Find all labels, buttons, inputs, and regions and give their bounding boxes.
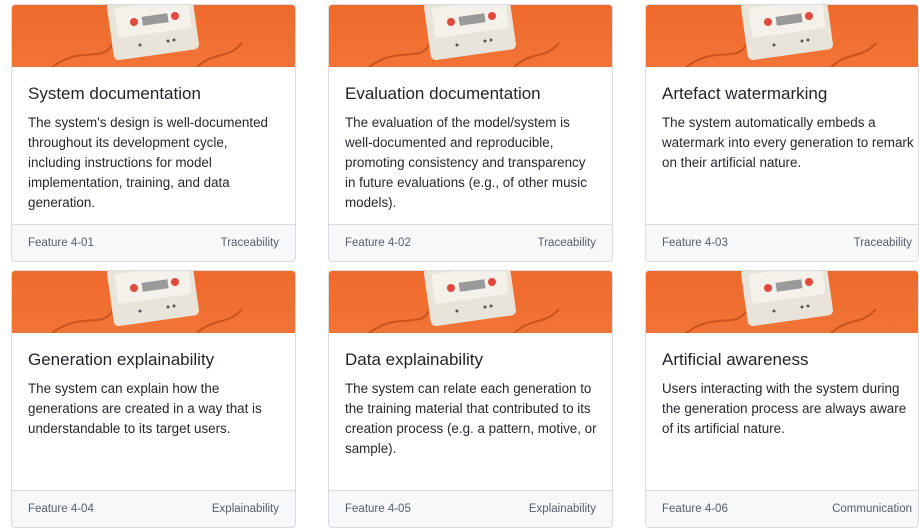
card-description: The system's design is well-documented t… — [28, 115, 268, 210]
card-footer: Feature 4-01 Traceability — [12, 224, 295, 261]
card-system-documentation[interactable]: System documentation The system's design… — [11, 4, 296, 262]
feature-category: Traceability — [537, 237, 596, 249]
card-footer: Feature 4-04 Explainability — [12, 490, 295, 527]
card-title: Artificial awareness — [662, 350, 809, 369]
card-data-explainability[interactable]: Data explainability The system can relat… — [328, 270, 613, 528]
cassette-tape-banner — [12, 5, 295, 67]
card-title: System documentation — [28, 84, 201, 103]
feature-category: Traceability — [220, 237, 279, 249]
card-artefact-watermarking[interactable]: Artefact watermarking The system automat… — [645, 4, 919, 262]
feature-id: Feature 4-06 — [662, 503, 728, 515]
cassette-tape-banner — [329, 271, 612, 333]
card-footer: Feature 4-05 Explainability — [329, 490, 612, 527]
card-description: The evaluation of the model/system is we… — [345, 115, 587, 210]
card-footer: Feature 4-03 Traceability — [646, 224, 918, 261]
feature-id: Feature 4-05 — [345, 503, 411, 515]
card-title: Artefact watermarking — [662, 84, 828, 103]
card-footer: Feature 4-02 Traceability — [329, 224, 612, 261]
card-description: The system automatically embeds a waterm… — [662, 115, 914, 170]
cassette-tape-banner — [646, 5, 918, 67]
feature-id: Feature 4-04 — [28, 503, 94, 515]
card-description: The system can relate each generation to… — [345, 381, 597, 456]
feature-category: Explainability — [528, 503, 596, 515]
card-description: The system can explain how the generatio… — [28, 381, 262, 436]
card-artificial-awareness[interactable]: Artificial awareness Users interacting w… — [645, 270, 919, 528]
cassette-tape-banner — [329, 5, 612, 67]
card-footer: Feature 4-06 Communication — [646, 490, 918, 527]
feature-category: Explainability — [211, 503, 279, 515]
feature-id: Feature 4-01 — [28, 237, 94, 249]
feature-category: Communication — [832, 503, 912, 515]
card-evaluation-documentation[interactable]: Evaluation documentation The evaluation … — [328, 4, 613, 262]
feature-category: Traceability — [853, 237, 912, 249]
cassette-tape-banner — [646, 271, 918, 333]
card-title: Evaluation documentation — [345, 84, 541, 103]
feature-id: Feature 4-02 — [345, 237, 411, 249]
card-title: Generation explainability — [28, 350, 215, 369]
card-description: Users interacting with the system during… — [662, 381, 907, 436]
cassette-tape-banner — [12, 271, 295, 333]
card-title: Data explainability — [345, 350, 483, 369]
feature-id: Feature 4-03 — [662, 237, 728, 249]
card-generation-explainability[interactable]: Generation explainability The system can… — [11, 270, 296, 528]
